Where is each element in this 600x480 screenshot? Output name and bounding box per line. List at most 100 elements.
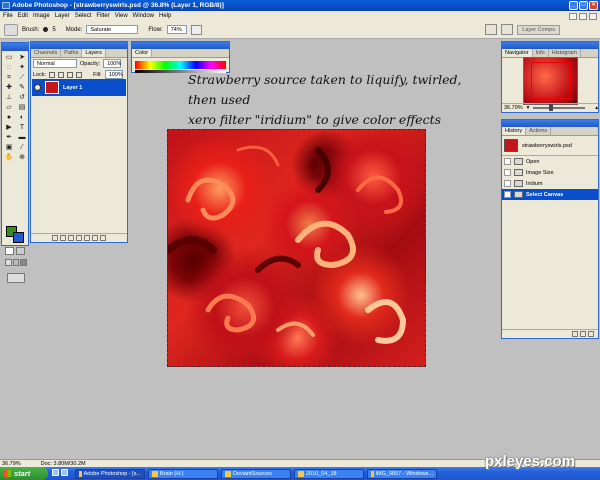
history-item[interactable]: Image Size: [502, 167, 598, 178]
lock-pixels-icon[interactable]: [58, 71, 65, 78]
history-checkbox[interactable]: [504, 191, 511, 198]
zoom-in-icon[interactable]: ▴: [595, 105, 598, 111]
maximize-button[interactable]: □: [579, 1, 588, 10]
airbrush-icon[interactable]: [190, 24, 202, 35]
tab-histogram[interactable]: Histogram: [549, 49, 581, 57]
delete-state-icon[interactable]: [588, 331, 594, 337]
blend-mode-select[interactable]: Normal: [33, 59, 77, 68]
lock-position-icon[interactable]: [67, 71, 74, 78]
pen-tool-icon[interactable]: ✒: [3, 133, 15, 142]
clone-stamp-tool-icon[interactable]: ⊥: [3, 93, 15, 102]
history-item[interactable]: Iridium: [502, 178, 598, 189]
menu-help[interactable]: Help: [159, 13, 171, 19]
path-selection-tool-icon[interactable]: ▶: [3, 123, 15, 132]
fill-input[interactable]: 100%: [104, 70, 123, 79]
zoom-slider-knob[interactable]: [548, 104, 553, 111]
eyedropper-tool-icon[interactable]: ⁄: [16, 143, 28, 152]
menu-window[interactable]: Window: [133, 13, 154, 19]
start-button[interactable]: start: [0, 467, 48, 480]
tab-actions[interactable]: Actions: [526, 127, 552, 135]
menu-filter[interactable]: Filter: [96, 13, 109, 19]
quick-launch-icon[interactable]: [52, 469, 59, 476]
tab-channels[interactable]: Channels: [31, 49, 62, 57]
toolbox-header[interactable]: [2, 43, 28, 51]
magic-wand-tool-icon[interactable]: ✦: [16, 63, 28, 72]
jump-to-imageready-icon[interactable]: [7, 273, 25, 283]
full-screen-icon[interactable]: [20, 259, 28, 266]
new-group-icon[interactable]: [84, 235, 90, 241]
move-tool-icon[interactable]: ➤: [16, 53, 28, 62]
close-button[interactable]: ×: [589, 1, 598, 10]
history-checkbox[interactable]: [504, 169, 511, 176]
lasso-tool-icon[interactable]: ◌: [3, 63, 15, 72]
doc-minimize-button[interactable]: [569, 12, 577, 20]
gradient-tool-icon[interactable]: ▤: [16, 103, 28, 112]
zoom-slider[interactable]: [533, 104, 586, 111]
crop-tool-icon[interactable]: ⌗: [3, 73, 15, 82]
navigator-view-box[interactable]: [531, 62, 571, 99]
doc-restore-button[interactable]: [579, 12, 587, 20]
visibility-eye-icon[interactable]: [34, 84, 41, 91]
background-color-swatch[interactable]: [13, 232, 24, 243]
history-checkbox[interactable]: [504, 158, 511, 165]
brush-preview-icon[interactable]: [43, 27, 49, 32]
new-fill-layer-icon[interactable]: [76, 235, 82, 241]
delete-layer-icon[interactable]: [100, 235, 106, 241]
toggle-palettes-icon[interactable]: [501, 24, 514, 35]
taskbar-button[interactable]: 2010_04_18: [294, 468, 364, 479]
blur-tool-icon[interactable]: ●: [3, 113, 15, 122]
document-canvas[interactable]: [167, 129, 426, 367]
history-snapshot[interactable]: strawberryswirls.psd: [502, 136, 598, 156]
brush-tool-icon[interactable]: ✎: [16, 83, 28, 92]
link-layers-icon[interactable]: [52, 235, 58, 241]
navigator-zoom-value[interactable]: 36.79%: [504, 105, 523, 111]
doc-close-button[interactable]: [589, 12, 597, 20]
tab-color[interactable]: Color: [132, 49, 153, 57]
tab-info[interactable]: Info: [533, 49, 549, 57]
standard-mode-icon[interactable]: [5, 247, 14, 255]
current-tool-preset-button[interactable]: [4, 23, 18, 36]
taskbar-button[interactable]: DeviantSources: [221, 468, 291, 479]
history-panel-header[interactable]: [502, 120, 598, 127]
dodge-tool-icon[interactable]: ◐: [16, 113, 28, 122]
history-brush-tool-icon[interactable]: ↺: [16, 93, 28, 102]
taskbar-button[interactable]: Brain (H:): [148, 468, 218, 479]
healing-brush-tool-icon[interactable]: ✚: [3, 83, 15, 92]
new-snapshot-icon[interactable]: [580, 331, 586, 337]
menu-view[interactable]: View: [115, 13, 128, 19]
history-item[interactable]: Open: [502, 156, 598, 167]
taskbar-button[interactable]: Adobe Photoshop - [s...: [75, 468, 145, 479]
add-mask-icon[interactable]: [68, 235, 74, 241]
type-tool-icon[interactable]: T: [16, 123, 28, 132]
tab-navigator[interactable]: Navigator: [502, 49, 533, 57]
history-checkbox[interactable]: [504, 180, 511, 187]
shape-tool-icon[interactable]: ▬: [16, 133, 28, 142]
tab-history[interactable]: History: [502, 127, 527, 135]
lock-all-icon[interactable]: [76, 71, 83, 78]
menu-select[interactable]: Select: [75, 13, 92, 19]
menu-edit[interactable]: Edit: [18, 13, 28, 19]
opacity-input[interactable]: 100%: [103, 59, 121, 68]
layer-style-icon[interactable]: [60, 235, 66, 241]
eraser-tool-icon[interactable]: ▱: [3, 103, 15, 112]
minimize-button[interactable]: _: [569, 1, 578, 10]
navigator-panel-header[interactable]: [502, 42, 598, 49]
menu-image[interactable]: Image: [33, 13, 50, 19]
standard-screen-icon[interactable]: [5, 259, 12, 266]
zoom-tool-icon[interactable]: ⊕: [16, 153, 28, 162]
status-zoom[interactable]: 36.79%: [2, 461, 21, 467]
layers-panel-header[interactable]: [31, 42, 127, 49]
menu-file[interactable]: File: [3, 13, 13, 19]
slice-tool-icon[interactable]: ⟋: [16, 73, 28, 82]
new-layer-icon[interactable]: [92, 235, 98, 241]
quick-launch-icon[interactable]: [61, 469, 68, 476]
history-item-selected[interactable]: Select Canvas: [502, 189, 598, 200]
layer-row[interactable]: Layer 1: [32, 79, 126, 96]
marquee-tool-icon[interactable]: ▭: [3, 53, 15, 62]
flow-input[interactable]: 74%: [166, 25, 187, 34]
color-panel-header[interactable]: [132, 42, 229, 49]
quick-mask-mode-icon[interactable]: [16, 247, 25, 255]
full-screen-menu-icon[interactable]: [12, 259, 20, 266]
layer-comps-tab[interactable]: Layer Comps: [517, 24, 560, 35]
tab-layers[interactable]: Layers: [82, 49, 106, 57]
